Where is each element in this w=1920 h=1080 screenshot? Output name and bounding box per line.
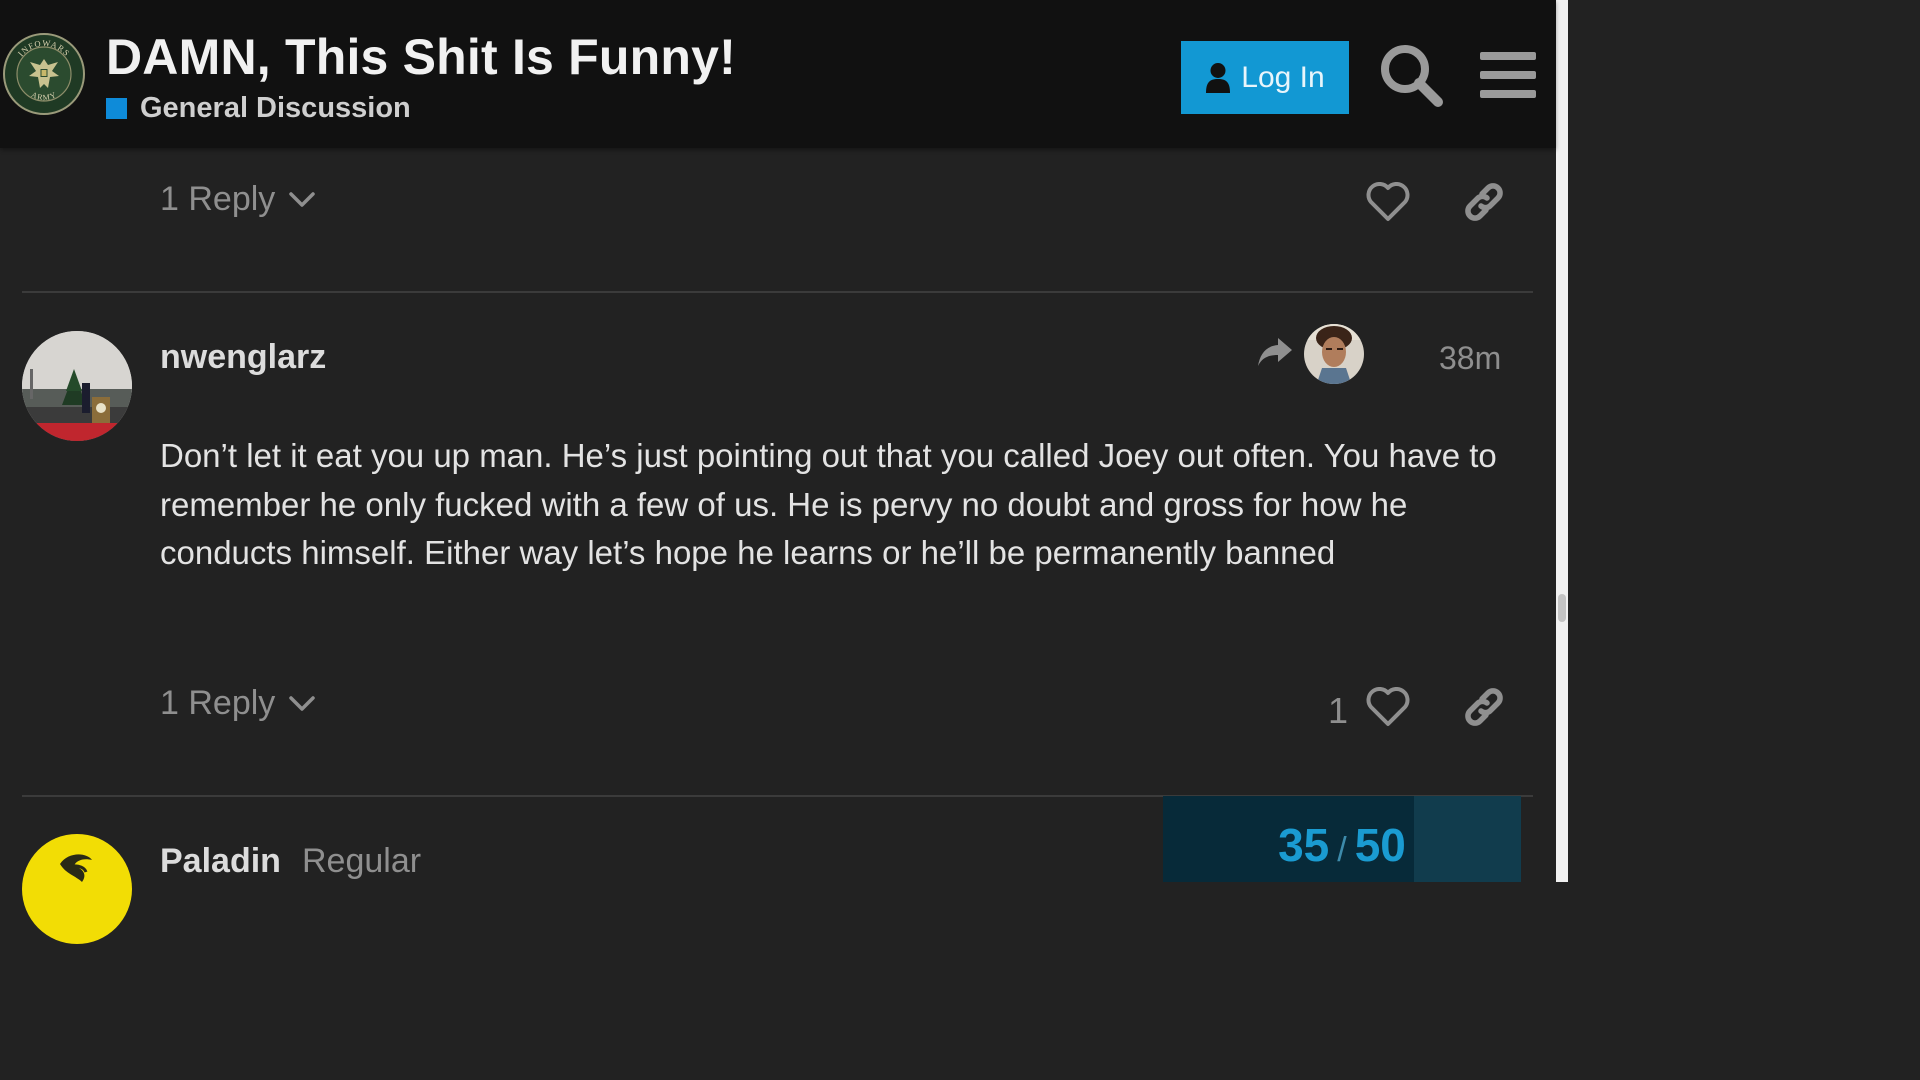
login-label: Log In bbox=[1241, 60, 1325, 94]
show-replies-button[interactable]: 1 Reply bbox=[160, 684, 316, 723]
reply-count-label: 1 Reply bbox=[160, 684, 276, 722]
user-title: Regular bbox=[302, 842, 422, 880]
copy-link-icon[interactable] bbox=[1462, 685, 1506, 729]
chevron-down-icon bbox=[289, 191, 316, 207]
username[interactable]: Paladin bbox=[160, 842, 281, 881]
avatar[interactable] bbox=[22, 331, 132, 441]
like-count[interactable]: 1 bbox=[1328, 690, 1348, 732]
copy-link-icon[interactable] bbox=[1462, 180, 1506, 224]
progress-separator: / bbox=[1337, 831, 1347, 869]
progress-total: 50 bbox=[1354, 819, 1406, 871]
avatar[interactable] bbox=[22, 834, 132, 944]
topic-progress[interactable]: 35/50 bbox=[1163, 796, 1521, 882]
login-button[interactable]: Log In bbox=[1181, 41, 1349, 114]
scrollbar-thumb[interactable] bbox=[1558, 594, 1566, 622]
like-heart-icon[interactable] bbox=[1366, 182, 1410, 222]
reply-count-label: 1 Reply bbox=[160, 180, 276, 218]
chevron-down-icon bbox=[289, 695, 316, 711]
username[interactable]: nwenglarz bbox=[160, 338, 326, 377]
hamburger-menu-icon[interactable] bbox=[1480, 50, 1536, 100]
category-color-swatch bbox=[106, 98, 127, 119]
user-icon bbox=[1206, 62, 1231, 93]
page-scrollbar[interactable] bbox=[1556, 0, 1568, 882]
reply-to-avatar bbox=[1304, 324, 1364, 384]
topic-title[interactable]: DAMN, This Shit Is Funny! bbox=[106, 28, 736, 86]
category-badge[interactable]: General Discussion bbox=[106, 92, 411, 125]
share-arrow-icon bbox=[1258, 338, 1292, 366]
show-replies-button[interactable]: 1 Reply bbox=[160, 180, 316, 219]
post-date[interactable]: 38m bbox=[1439, 340, 1501, 377]
like-heart-icon[interactable] bbox=[1366, 687, 1410, 727]
reply-to-tab[interactable] bbox=[1254, 322, 1366, 386]
infowars-army-logo[interactable]: INFOWARS ARMY bbox=[2, 32, 86, 116]
post-body: Don’t let it eat you up man. He’s just p… bbox=[160, 437, 1497, 571]
site-header: INFOWARS ARMY DAMN, This Shit Is Funny! … bbox=[0, 0, 1556, 148]
post-divider bbox=[22, 291, 1533, 293]
progress-counter: 35/50 bbox=[1163, 818, 1521, 872]
progress-current: 35 bbox=[1278, 819, 1330, 871]
search-icon[interactable] bbox=[1378, 42, 1444, 108]
category-name: General Discussion bbox=[140, 92, 411, 124]
